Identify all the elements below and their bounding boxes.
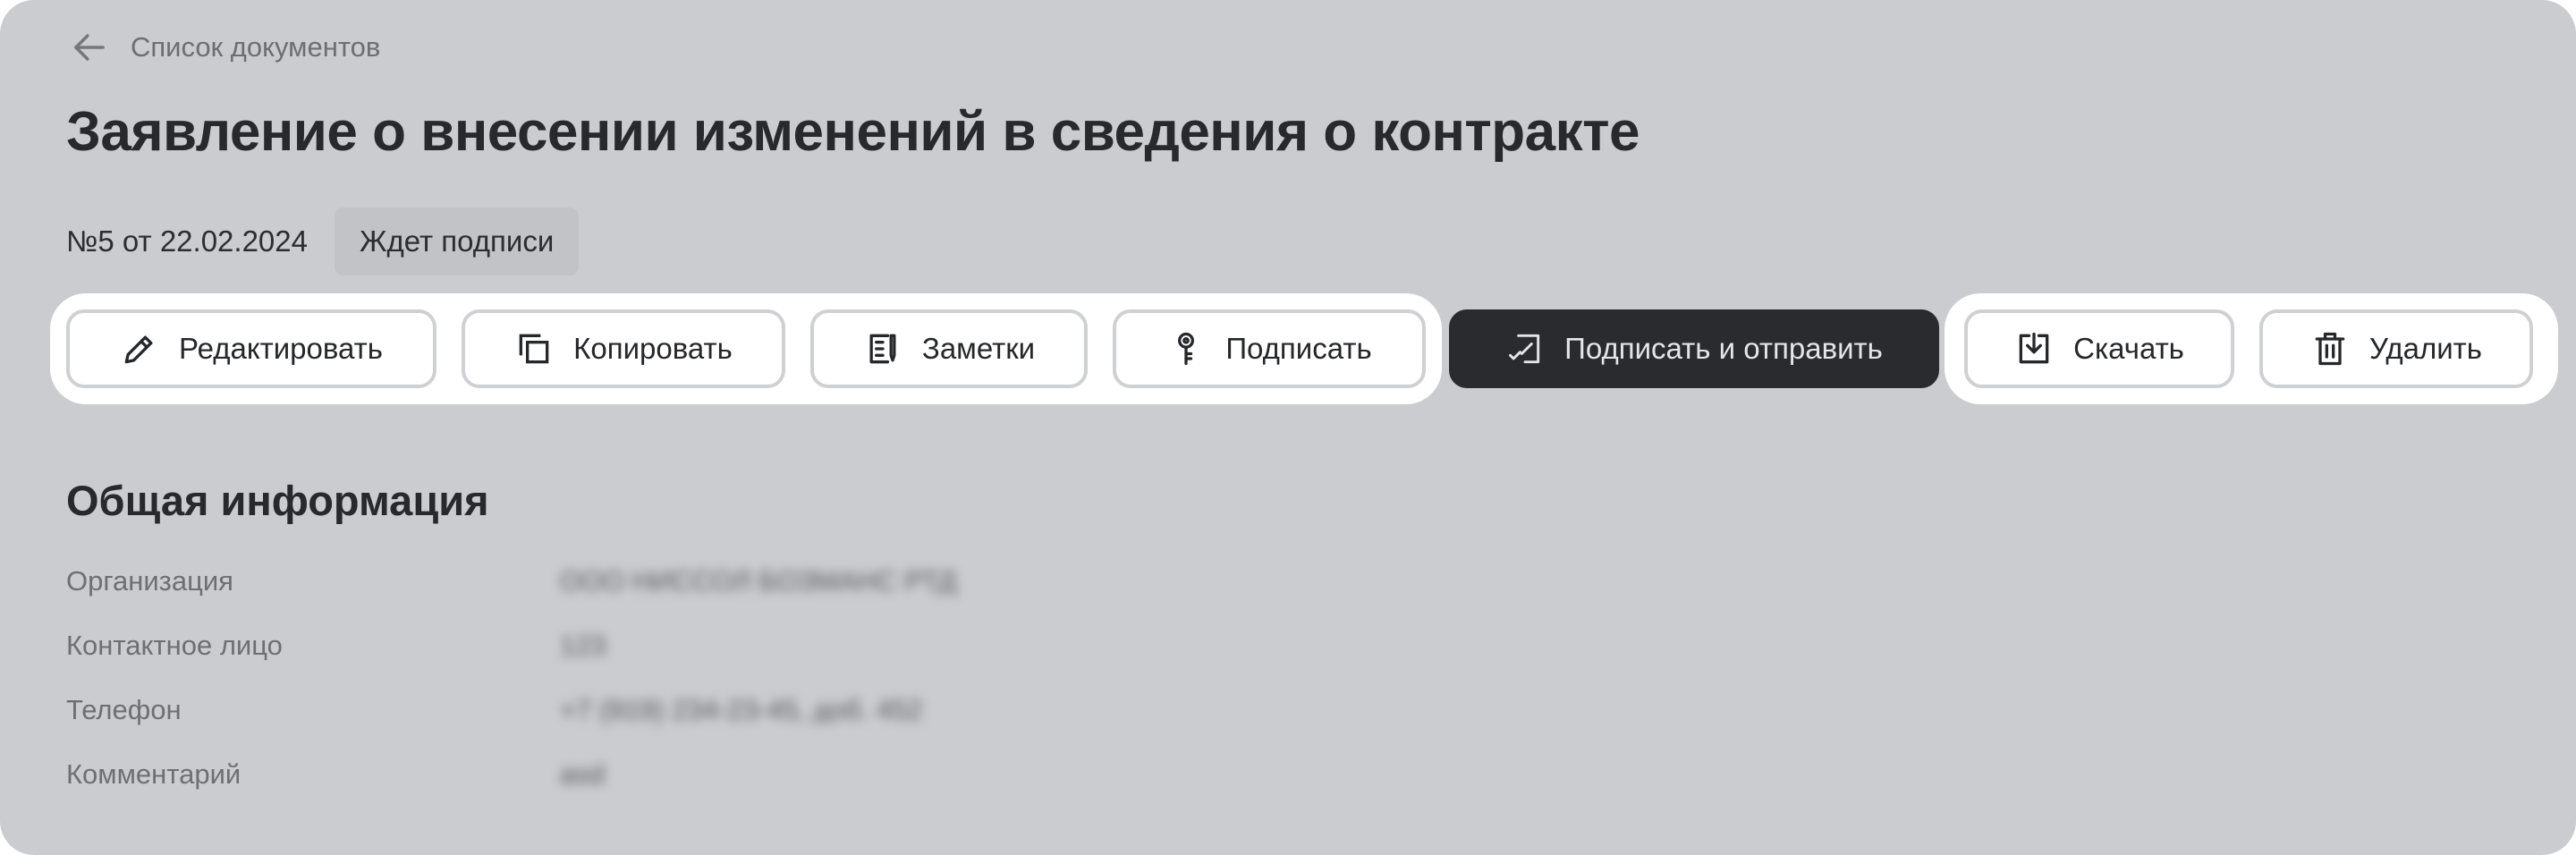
back-link-label: Список документов [131,31,381,63]
arrow-left-icon [74,34,105,61]
delete-button-label: Удалить [2369,332,2482,365]
download-button[interactable]: Скачать [1964,309,2234,388]
page-title: Заявление о внесении изменений в сведени… [66,101,1640,163]
pencil-icon [124,335,153,364]
info-label: Контактное лицо [66,630,283,661]
sign-button[interactable]: Подписать [1113,309,1426,388]
download-icon [2019,332,2049,364]
info-row-comment: Комментарий asd [66,752,605,797]
notes-icon [869,334,896,364]
general-info-title: Общая информация [66,477,489,524]
edit-button-label: Редактировать [179,332,383,365]
back-link[interactable]: Список документов [66,25,380,70]
status-badge: Ждет подписи [335,207,580,275]
info-value: 123 [560,630,606,661]
info-row-contact: Контактное лицо 123 [66,623,606,668]
notes-button-label: Заметки [921,332,1036,365]
copy-icon [519,334,549,364]
info-row-phone: Телефон +7 (919) 234-23-45, доб. 452 [66,688,923,732]
info-label: Комментарий [66,758,242,790]
info-value: +7 (919) 234-23-45, доб. 452 [560,694,923,725]
trash-icon [2315,332,2345,366]
download-button-label: Скачать [2073,332,2184,365]
document-number-date: №5 от 22.02.2024 [66,224,308,258]
sign-send-icon [1509,334,1540,364]
delete-button[interactable]: Удалить [2259,309,2533,388]
copy-button-label: Копировать [573,332,733,365]
document-meta: №5 от 22.02.2024 Ждет подписи [66,207,580,275]
info-value: asd [560,758,605,790]
seal-icon [1178,332,1195,366]
info-value: ООО НИССОЛ БОЗМАНС РТД [560,565,957,597]
sign-and-send-button-label: Подписать и отправить [1564,332,1883,365]
sign-and-send-button[interactable]: Подписать и отправить [1449,309,1939,388]
info-label: Организация [66,565,233,597]
info-label: Телефон [66,694,182,725]
edit-button[interactable]: Редактировать [66,309,436,388]
sign-button-label: Подписать [1225,332,1372,365]
info-row-organization: Организация ООО НИССОЛ БОЗМАНС РТД [66,559,956,604]
notes-button[interactable]: Заметки [810,309,1088,388]
document-page: Список документов Заявление о внесении и… [0,0,2576,855]
copy-button[interactable]: Копировать [462,309,785,388]
